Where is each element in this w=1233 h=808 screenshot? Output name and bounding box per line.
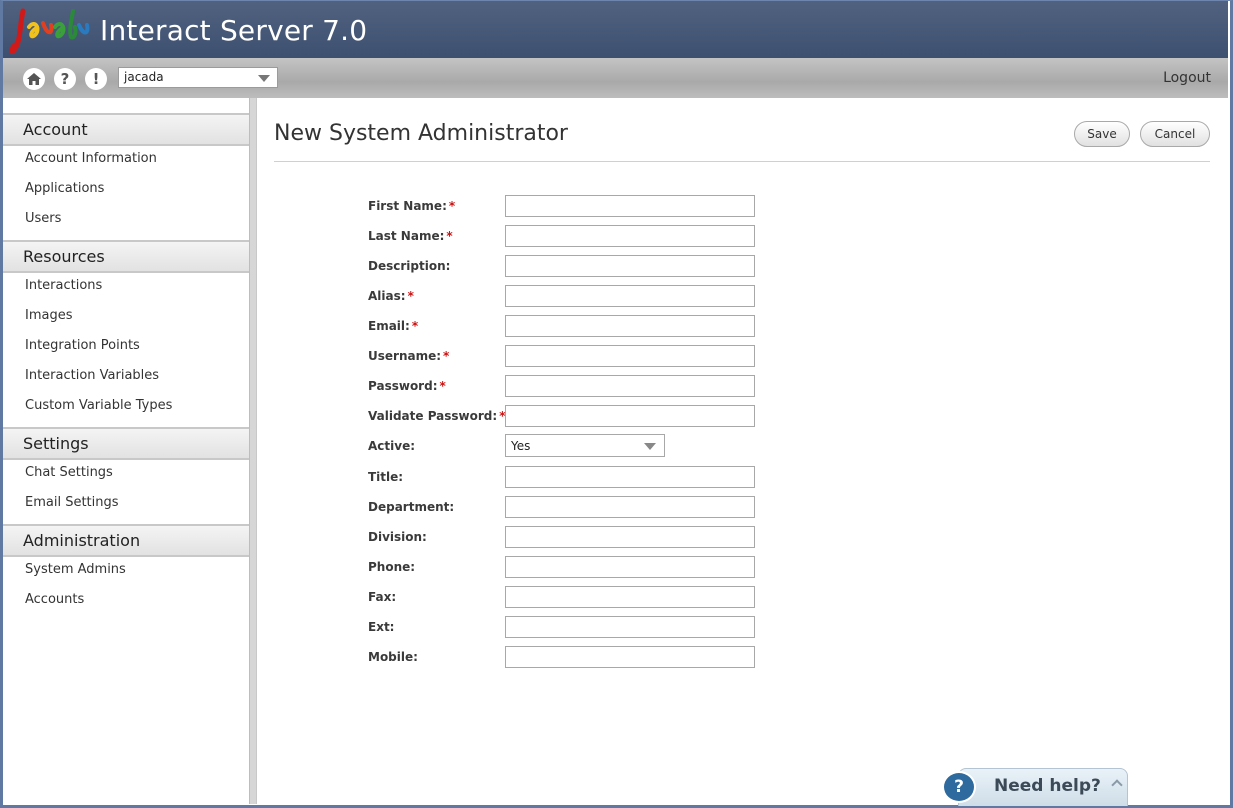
required-marker: *: [439, 379, 446, 393]
form-row-email: Email: *: [368, 315, 868, 342]
sidebar-item-interaction-variables[interactable]: Interaction Variables: [3, 363, 249, 393]
field-label: Description:: [368, 259, 451, 273]
form-row-first-name: First Name: *: [368, 195, 868, 222]
form-row-mobile: Mobile:: [368, 646, 868, 673]
required-marker: *: [407, 289, 414, 303]
sidebar-item-email-settings[interactable]: Email Settings: [3, 490, 249, 520]
chevron-down-icon: [644, 443, 656, 450]
validate-password-field[interactable]: [505, 405, 755, 427]
email-field[interactable]: [505, 315, 755, 337]
department-field[interactable]: [505, 496, 755, 518]
field-label: Username: *: [368, 349, 450, 363]
sidebar-item-users[interactable]: Users: [3, 206, 249, 236]
division-field[interactable]: [505, 526, 755, 548]
field-label: First Name: *: [368, 199, 456, 213]
field-label: Password: *: [368, 379, 446, 393]
sidebar-section-administration[interactable]: Administration: [3, 524, 249, 557]
sidebar-item-account-information[interactable]: Account Information: [3, 146, 249, 176]
sidebar-item-interactions[interactable]: Interactions: [3, 273, 249, 303]
field-label: Department:: [368, 500, 455, 514]
chevron-down-icon: [258, 75, 270, 82]
form-row-title: Title:: [368, 466, 868, 493]
page-title: New System Administrator: [274, 121, 568, 146]
required-marker: *: [448, 199, 456, 213]
field-label: Validate Password: *: [368, 409, 506, 423]
sidebar-item-images[interactable]: Images: [3, 303, 249, 333]
sidebar-item-applications[interactable]: Applications: [3, 176, 249, 206]
field-label: Fax:: [368, 590, 397, 604]
home-icon[interactable]: [23, 68, 45, 90]
fax-field[interactable]: [505, 586, 755, 608]
jacada-logo: [9, 8, 90, 54]
field-label: Phone:: [368, 560, 416, 574]
required-marker: *: [443, 349, 450, 363]
sidebar-item-chat-settings[interactable]: Chat Settings: [3, 460, 249, 490]
sidebar-section-account[interactable]: Account: [3, 113, 249, 146]
field-label: Last Name: *: [368, 229, 453, 243]
sidebar-item-system-admins[interactable]: System Admins: [3, 557, 249, 587]
need-help-label[interactable]: Need help?: [994, 776, 1101, 796]
sidebar-item-accounts[interactable]: Accounts: [3, 587, 249, 617]
account-select-value: jacada: [124, 70, 164, 84]
save-button[interactable]: Save: [1074, 121, 1130, 147]
form-row-active: Active: Yes: [368, 434, 868, 462]
field-label: Email: *: [368, 319, 419, 333]
form-row-phone: Phone:: [368, 556, 868, 583]
field-label: Active:: [368, 439, 416, 453]
question-icon[interactable]: ?: [54, 68, 76, 90]
sidebar-splitter[interactable]: [249, 98, 257, 804]
question-bubble-icon[interactable]: ?: [942, 771, 976, 803]
field-label: Mobile:: [368, 650, 418, 664]
sidebar: Account Account Information Applications…: [3, 98, 249, 804]
field-label: Title:: [368, 470, 404, 484]
field-label: Ext:: [368, 620, 395, 634]
exclamation-icon[interactable]: !: [85, 68, 107, 90]
sidebar-item-integration-points[interactable]: Integration Points: [3, 333, 249, 363]
description-field[interactable]: [505, 255, 755, 277]
title-divider: [274, 161, 1210, 162]
toolbar: ? ! jacada Logout: [3, 58, 1228, 98]
ext-field[interactable]: [505, 616, 755, 638]
phone-field[interactable]: [505, 556, 755, 578]
main-content: New System Administrator Save Cancel Fir…: [257, 98, 1228, 804]
form-row-ext: Ext:: [368, 616, 868, 643]
cancel-button[interactable]: Cancel: [1140, 121, 1210, 147]
required-marker: *: [411, 319, 419, 333]
account-select[interactable]: jacada: [118, 67, 278, 88]
alias-field[interactable]: [505, 285, 755, 307]
field-label: Alias: *: [368, 289, 414, 303]
password-field[interactable]: [505, 375, 755, 397]
active-select[interactable]: Yes: [505, 434, 665, 457]
field-label: Division:: [368, 530, 427, 544]
sidebar-item-custom-variable-types[interactable]: Custom Variable Types: [3, 393, 249, 423]
form-row-fax: Fax:: [368, 586, 868, 613]
active-select-value: Yes: [511, 439, 531, 453]
sidebar-section-settings[interactable]: Settings: [3, 427, 249, 460]
username-field[interactable]: [505, 345, 755, 367]
form-row-alias: Alias: *: [368, 285, 868, 312]
sidebar-section-resources[interactable]: Resources: [3, 240, 249, 273]
first-name-field[interactable]: [505, 195, 755, 217]
title-field[interactable]: [505, 466, 755, 488]
last-name-field[interactable]: [505, 225, 755, 247]
required-marker: *: [446, 229, 453, 243]
form-row-password: Password: *: [368, 375, 868, 402]
app-header: Interact Server 7.0: [3, 1, 1228, 58]
form-row-username: Username: *: [368, 345, 868, 372]
form-row-last-name: Last Name: *: [368, 225, 868, 252]
form-row-department: Department:: [368, 496, 868, 523]
form-row-validate-password: Validate Password: *: [368, 405, 868, 432]
form-row-division: Division:: [368, 526, 868, 553]
mobile-field[interactable]: [505, 646, 755, 668]
app-title: Interact Server 7.0: [100, 14, 368, 47]
logout-link[interactable]: Logout: [1163, 70, 1211, 86]
form-row-description: Description:: [368, 255, 868, 282]
